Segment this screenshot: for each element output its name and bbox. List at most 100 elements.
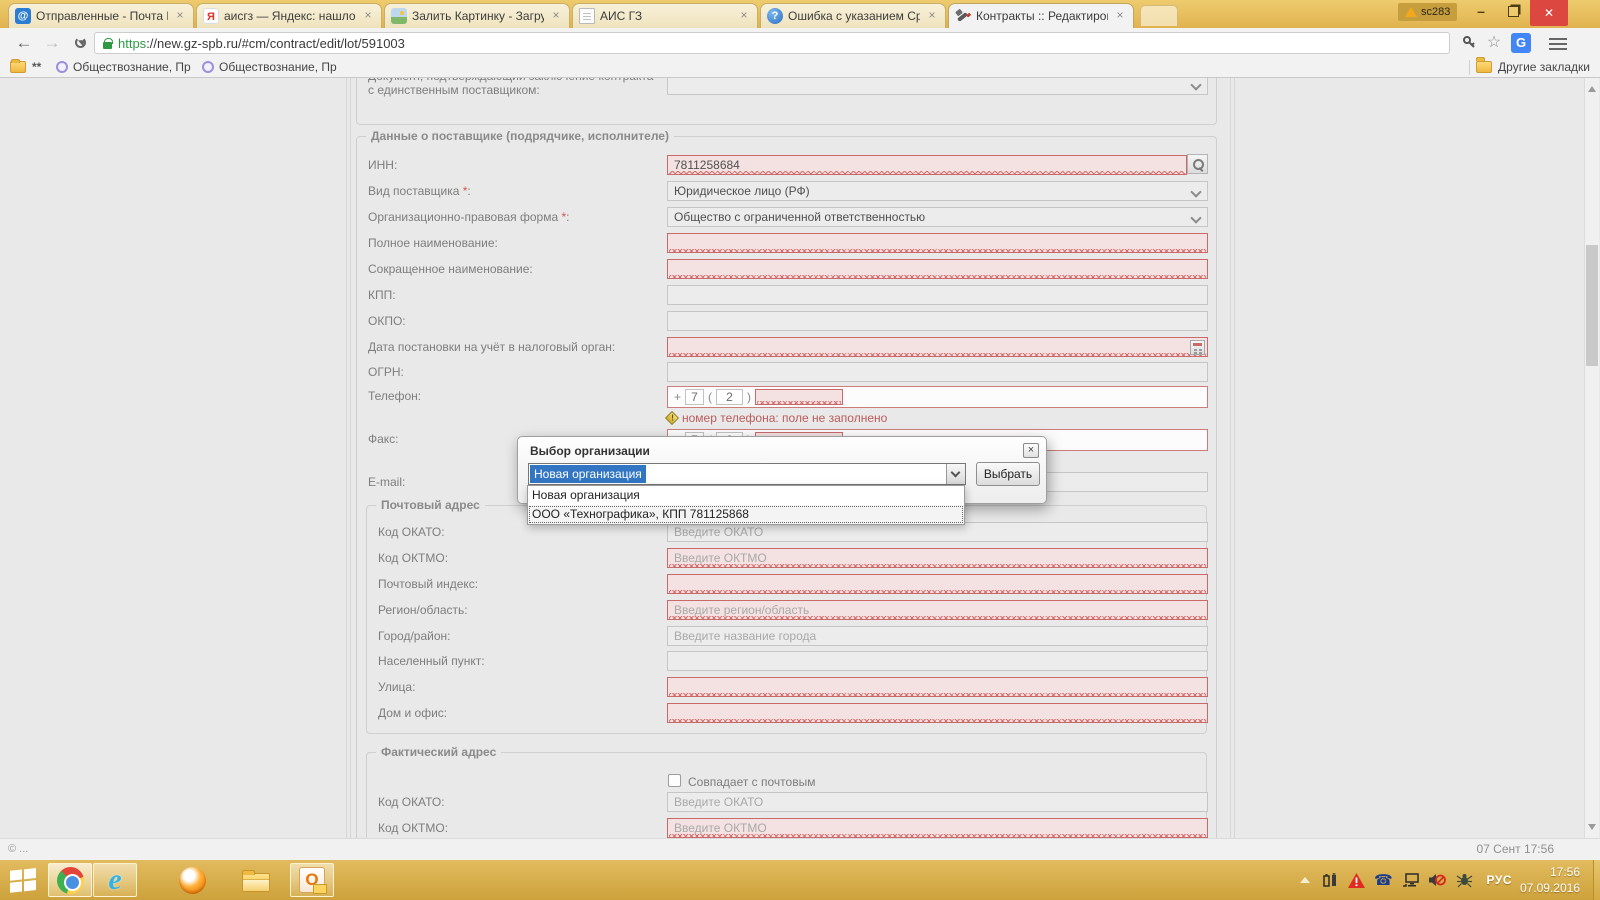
bookmark-star-icon[interactable]	[1484, 33, 1504, 53]
language-indicator[interactable]: РУС	[1487, 860, 1512, 900]
dialog-close-icon[interactable]	[1023, 443, 1039, 458]
window-restore-button[interactable]	[1498, 0, 1528, 24]
taskbar-outlook-button[interactable]	[290, 863, 334, 897]
house-office-label: Дом и офис:	[378, 706, 448, 720]
same-as-postal-checkbox[interactable]	[668, 774, 681, 787]
translate-extension-icon[interactable]	[1511, 33, 1531, 53]
street-input[interactable]	[667, 677, 1208, 697]
phone-bracket: (	[708, 390, 713, 404]
tray-antivirus-spider-icon[interactable]	[1456, 860, 1476, 900]
validation-underline	[669, 719, 1206, 722]
choose-button[interactable]: Выбрать	[976, 462, 1040, 486]
okpo-input[interactable]	[667, 311, 1208, 331]
tab-close-icon[interactable]	[1113, 9, 1127, 23]
tab-close-icon[interactable]	[173, 9, 187, 23]
tab-contracts-active[interactable]: Контракты :: Редактиров	[948, 3, 1134, 28]
tray-warning-icon[interactable]	[1348, 860, 1368, 900]
phone-number-input[interactable]	[755, 389, 844, 405]
validation-underline	[757, 401, 842, 404]
taskbar-explorer-button[interactable]	[236, 865, 276, 895]
profile-badge[interactable]: sc283	[1398, 3, 1458, 21]
document-icon	[579, 8, 595, 24]
region-input[interactable]: Введите регион/область	[667, 600, 1208, 620]
bookmark-item[interactable]: Обществознание, Пр	[202, 60, 337, 74]
ogrn-input[interactable]	[667, 362, 1208, 382]
window-minimize-button[interactable]	[1466, 0, 1496, 24]
combobox-dropdown-icon[interactable]	[946, 464, 965, 484]
supplier-type-label: Вид поставщика *:	[368, 184, 471, 198]
actual-oktmo-input[interactable]: Введите ОКТМО	[667, 818, 1208, 838]
postal-index-label: Почтовый индекс:	[378, 577, 479, 591]
tray-volume-muted-icon[interactable]	[1428, 860, 1448, 900]
inn-input[interactable]: 7811258684	[667, 155, 1187, 175]
postal-legend: Почтовый адрес	[376, 498, 485, 512]
window-close-button[interactable]	[1530, 0, 1568, 26]
tray-battery-icon[interactable]	[1322, 860, 1342, 900]
tray-network-icon[interactable]	[1402, 860, 1422, 900]
locality-input[interactable]	[667, 651, 1208, 671]
page-scrollbar[interactable]	[1584, 78, 1599, 838]
back-button[interactable]: ←	[12, 31, 36, 55]
postal-index-input[interactable]	[667, 574, 1208, 594]
other-bookmarks-button[interactable]: Другие закладки	[1476, 60, 1590, 74]
city-input[interactable]: Введите название города	[667, 626, 1208, 646]
full-name-input[interactable]	[667, 233, 1208, 253]
validation-underline	[669, 693, 1206, 696]
tab-image-upload[interactable]: Залить Картинку - Загруз	[384, 3, 570, 28]
organization-combobox[interactable]: Новая организация	[528, 463, 966, 485]
tab-error-page[interactable]: Ошибка с указанием Сро	[760, 3, 946, 28]
tray-expand-button[interactable]	[1300, 860, 1310, 900]
taskbar-ie-button[interactable]	[93, 863, 137, 897]
browser-menu-icon[interactable]	[1545, 33, 1571, 53]
tab-mail[interactable]: Отправленные - Почта М	[8, 3, 194, 28]
reload-button[interactable]	[68, 31, 92, 55]
https-lock-icon[interactable]	[103, 37, 113, 49]
kpp-input[interactable]	[667, 285, 1208, 305]
supplier-type-select[interactable]: Юридическое лицо (РФ)	[667, 181, 1208, 201]
phone-area-input[interactable]: 2	[716, 389, 744, 405]
tab-yandex-search[interactable]: аисгз — Яндекс: нашлось	[196, 3, 382, 28]
phone-country-input[interactable]: 7	[685, 389, 705, 405]
taskbar-date: 07.09.2016	[1519, 881, 1580, 895]
bookmark-folder-icon[interactable]	[10, 59, 26, 73]
address-bar[interactable]: https://new.gz-spb.ru/#cm/contract/edit/…	[94, 32, 1450, 54]
taskbar-chrome-button[interactable]	[48, 863, 92, 897]
legal-form-select[interactable]: Общество с ограниченной ответственностью	[667, 207, 1208, 227]
combobox-selected-text: Новая организация	[530, 465, 646, 483]
tab-close-icon[interactable]	[925, 9, 939, 23]
taskbar-gom-player-button[interactable]	[172, 865, 212, 895]
oktmo-label: Код ОКТМО:	[378, 551, 449, 565]
bookmark-item[interactable]: Обществознание, Пр	[56, 60, 191, 74]
tray-phone-icon[interactable]	[1374, 860, 1394, 900]
scroll-down-icon[interactable]	[1588, 824, 1596, 830]
house-office-input[interactable]	[667, 703, 1208, 723]
contract-document-select[interactable]	[667, 78, 1208, 95]
new-tab-button[interactable]	[1140, 5, 1178, 26]
tab-ais-gz[interactable]: АИС ГЗ	[572, 3, 758, 28]
tab-close-icon[interactable]	[737, 9, 751, 23]
dropdown-option[interactable]: ООО «Технографика», КПП 781125868	[528, 505, 964, 524]
okato-input[interactable]: Введите ОКАТО	[667, 522, 1208, 542]
actual-okato-input[interactable]: Введите ОКАТО	[667, 792, 1208, 812]
short-name-input[interactable]	[667, 259, 1208, 279]
inn-search-button[interactable]	[1187, 154, 1208, 174]
profile-badge-label: sc283	[1421, 6, 1451, 18]
actual-okato-label: Код ОКАТО:	[378, 795, 445, 809]
calendar-icon[interactable]	[1190, 340, 1205, 355]
scroll-up-icon[interactable]	[1588, 86, 1596, 92]
tab-close-icon[interactable]	[549, 9, 563, 23]
taskbar-clock[interactable]: 17:56 07.09.2016	[1520, 864, 1580, 896]
start-button[interactable]	[10, 867, 44, 893]
tab-close-icon[interactable]	[361, 9, 375, 23]
dropdown-option[interactable]: Новая организация	[528, 486, 964, 505]
show-desktop-button[interactable]	[1593, 860, 1600, 900]
validation-underline	[669, 275, 1206, 278]
tax-reg-date-input[interactable]	[667, 337, 1208, 357]
oktmo-input[interactable]: Введите ОКТМО	[667, 548, 1208, 568]
forward-button[interactable]: →	[40, 31, 64, 55]
tab-title: АИС ГЗ	[600, 9, 643, 23]
key-extension-icon[interactable]	[1459, 33, 1479, 53]
phone-composite-field[interactable]: + 7 ( 2 )	[667, 386, 1208, 408]
bookmark-folder-label[interactable]: **	[32, 60, 41, 74]
scrollbar-thumb[interactable]	[1586, 245, 1598, 366]
